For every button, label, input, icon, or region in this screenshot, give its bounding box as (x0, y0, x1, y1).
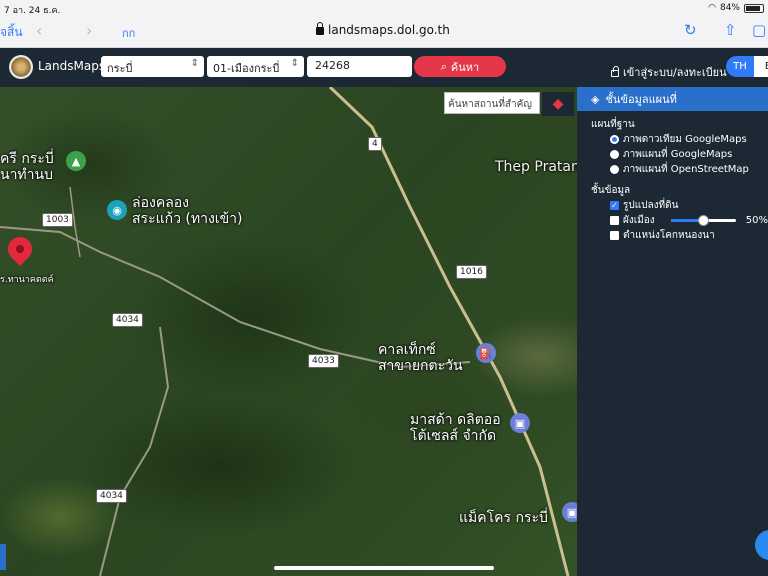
reader-text-button[interactable]: กก (122, 24, 135, 42)
gas-station-pin-icon[interactable]: ⛽ (476, 343, 496, 363)
status-right: ◠ 84% (708, 3, 764, 13)
chevron-updown-icon: ⇕ (290, 58, 299, 69)
layer-option[interactable]: ตำแหน่งโคกหนองนา (610, 228, 768, 243)
panel-header: ◈ ชั้นข้อมูลแผนที่ (577, 87, 768, 111)
base-map-heading: แผนที่ฐาน (591, 119, 635, 130)
map-label-makro: แม็คโคร กระบี่ (459, 510, 548, 526)
address-bar[interactable]: landsmaps.dol.go.th (316, 22, 450, 37)
map-label-parcel: ร.ทานาคตตค์ (0, 275, 54, 285)
chevron-updown-icon: ⇕ (190, 58, 199, 69)
shop-pin-icon[interactable]: ▣ (510, 413, 530, 433)
radio-button[interactable] (610, 165, 619, 174)
province-select[interactable]: กระบี่ ⇕ (101, 56, 204, 77)
search-icon: ⌕ (440, 59, 447, 73)
road-shield-4034-a: 4034 (112, 313, 143, 327)
login-label: เข้าสู่ระบบ/ลงทะเบียน (623, 66, 727, 79)
map-layer-panel: ◈ ชั้นข้อมูลแผนที่ แผนที่ฐาน ภาพดาวเทียม… (577, 87, 768, 576)
status-time: 7 อา. 24 ธ.ค. (4, 6, 61, 16)
home-indicator (274, 566, 494, 570)
map-label-caltex: คาลเท็กซ์ สาขายกตะวัน (378, 342, 463, 375)
left-edge-tab[interactable] (0, 544, 6, 570)
base-map-option-label: ภาพแผนที่ OpenStreetMap (623, 164, 749, 175)
lock-icon (611, 65, 619, 77)
checkbox[interactable] (610, 231, 619, 240)
map-label-pond: ล่องคลอง สระแก้ว (ทางเข้า) (132, 195, 243, 228)
map-label-mazda: มาสด้า ดลิตออ โต้เซลส์ จำกัด (410, 412, 501, 445)
opacity-value: 50% (745, 215, 768, 226)
base-map-option[interactable]: ภาพแผนที่ OpenStreetMap (610, 162, 768, 177)
layer-option-label: ตำแหน่งโคกหนองนา (623, 230, 715, 241)
url-text: landsmaps.dol.go.th (328, 23, 450, 37)
layer-heading: ชั้นข้อมูล (591, 185, 631, 196)
parcel-number-input[interactable]: 24268 (307, 56, 412, 77)
battery-icon (744, 3, 764, 13)
back-icon[interactable]: ‹ (36, 21, 42, 40)
share-icon[interactable]: ⇧ (724, 21, 737, 39)
wifi-icon: ◠ (708, 3, 716, 13)
base-map-option-label: ภาพแผนที่ GoogleMaps (623, 149, 733, 160)
layer-options: ✓ รูปแปลงที่ดินผังเมือง 50% ตำแหน่งโคกหนองน… (577, 198, 768, 243)
reload-icon[interactable]: ↻ (684, 21, 697, 39)
layer-option[interactable]: ✓ รูปแปลงที่ดิน (610, 198, 768, 213)
slider-knob[interactable] (698, 215, 710, 226)
panel-title: ชั้นข้อมูลแผนที่ (605, 93, 677, 106)
app-header: LandsMaps กระบี่ ⇕ 01-เมืองกระบี่ ⇕ 2426… (0, 48, 768, 87)
base-map-option[interactable]: ภาพแผนที่ GoogleMaps (610, 147, 768, 162)
safari-toolbar: จสิ้น ‹ › กก landsmaps.dol.go.th ↻ ⇧ ▢ (0, 16, 768, 48)
district-value: 01-เมืองกระบี่ (213, 62, 280, 75)
layer-option-label: ผังเมือง (623, 215, 655, 226)
layer-option[interactable]: ผังเมือง 50% (610, 213, 768, 228)
lang-en-button[interactable]: E (754, 56, 768, 77)
dol-logo[interactable] (9, 55, 33, 79)
layer-option-label: รูปแปลงที่ดิน (623, 200, 679, 211)
province-value: กระบี่ (107, 62, 133, 75)
road-shield-1016: 1016 (456, 265, 487, 279)
base-map-option-label: ภาพดาวเทียม GoogleMaps (623, 134, 747, 145)
layers-icon: ◆ (552, 96, 564, 112)
layers-toggle-button[interactable]: ◆ (542, 92, 574, 116)
map-label-thep-pratan: Thep Pratan (495, 159, 580, 175)
map-label-place1: ครี กระบี่ นาทำนบ (0, 151, 54, 184)
login-link[interactable]: เข้าสู่ระบบ/ลงทะเบียน (611, 63, 727, 81)
district-select[interactable]: 01-เมืองกระบี่ ⇕ (207, 56, 304, 77)
landmark-search-input[interactable]: ค้นหาสถานที่สำคัญ (444, 92, 540, 114)
park-pin-icon[interactable]: ▲ (66, 151, 86, 171)
layers-icon: ◈ (591, 92, 600, 106)
language-toggle: TH E (726, 56, 768, 77)
base-map-options: ภาพดาวเทียม GoogleMaps ภาพแผนที่ GoogleMa… (577, 132, 768, 177)
road-shield-4: 4 (368, 137, 382, 151)
road-shield-4033: 4033 (308, 354, 339, 368)
opacity-slider[interactable] (670, 215, 736, 226)
checkbox[interactable]: ✓ (610, 201, 619, 210)
road-4034 (99, 326, 170, 576)
ios-status-bar: 7 อา. 24 ธ.ค. ◠ 84% (0, 0, 768, 16)
brand-name: LandsMaps (38, 59, 106, 73)
lang-th-button[interactable]: TH (726, 56, 754, 77)
radio-button[interactable] (610, 150, 619, 159)
battery-percent: 84% (719, 3, 740, 13)
road-shield-1003: 1003 (42, 213, 73, 227)
lock-icon (316, 22, 324, 35)
road-shield-4034-b: 4034 (96, 489, 127, 503)
search-button-label: ค้นหา (450, 60, 480, 74)
radio-button[interactable] (610, 135, 619, 144)
done-button[interactable]: จสิ้น (0, 23, 23, 42)
forward-icon[interactable]: › (86, 21, 92, 40)
camera-pin-icon[interactable]: ◉ (107, 200, 127, 220)
checkbox[interactable] (610, 216, 619, 225)
tabs-icon[interactable]: ▢ (752, 21, 766, 39)
search-button[interactable]: ⌕ ค้นหา (414, 56, 506, 77)
base-map-option[interactable]: ภาพดาวเทียม GoogleMaps (610, 132, 768, 147)
